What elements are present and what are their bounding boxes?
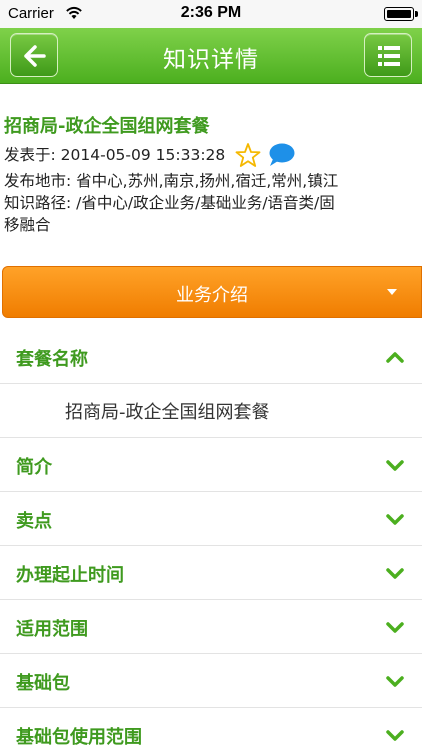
list-item-intro[interactable]: 简介	[0, 438, 422, 492]
section-label: 业务介绍	[176, 285, 248, 306]
item-label: 办理起止时间	[16, 565, 124, 586]
nav-bar: 知识详情	[0, 28, 422, 84]
article-title: 招商局-政企全国组网套餐	[4, 116, 210, 137]
menu-button[interactable]	[364, 33, 412, 77]
list-item-selling-points[interactable]: 卖点	[0, 492, 422, 546]
section-business-intro[interactable]: 业务介绍	[2, 266, 422, 318]
chevron-up-icon	[386, 352, 404, 363]
status-bar: Carrier 2:36 PM	[0, 0, 422, 28]
chevron-down-icon	[386, 514, 404, 525]
clock: 2:36 PM	[180, 4, 242, 21]
battery-icon	[384, 7, 418, 21]
page-title: 知识详情	[163, 47, 259, 73]
publish-city: 发布地市: 省中心,苏州,南京,扬州,宿迁,常州,镇江	[4, 172, 339, 190]
item-label: 套餐名称	[16, 349, 88, 370]
caret-down-icon	[387, 289, 397, 295]
article-header: 招商局-政企全国组网套餐 发表于: 2014-05-09 15:33:28 发布…	[0, 84, 422, 236]
item-label: 卖点	[16, 511, 52, 532]
chevron-down-icon	[386, 730, 404, 741]
info-list: 套餐名称 招商局-政企全国组网套餐 简介 卖点 办理起止时间 适用范围 基础包 …	[0, 330, 422, 750]
chevron-down-icon	[386, 568, 404, 579]
star-icon[interactable]	[235, 142, 261, 168]
item-label: 适用范围	[16, 619, 88, 640]
item-label: 基础包	[16, 673, 70, 694]
item-label: 基础包使用范围	[16, 727, 142, 748]
chevron-down-icon	[386, 460, 404, 471]
knowledge-path-line2: 移融合	[4, 216, 51, 234]
item-label: 简介	[16, 457, 52, 478]
posted-row: 发表于: 2014-05-09 15:33:28	[4, 140, 418, 170]
package-name-content: 招商局-政企全国组网套餐	[0, 384, 422, 438]
chevron-down-icon	[386, 676, 404, 687]
list-item-base-package-scope[interactable]: 基础包使用范围	[0, 708, 422, 750]
list-item-base-package[interactable]: 基础包	[0, 654, 422, 708]
list-menu-icon	[378, 46, 400, 66]
comment-icon[interactable]	[267, 142, 295, 168]
chevron-down-icon	[386, 622, 404, 633]
posted-time: 发表于: 2014-05-09 15:33:28	[4, 146, 226, 164]
package-name-value: 招商局-政企全国组网套餐	[65, 402, 270, 423]
article-meta: 发表于: 2014-05-09 15:33:28 发布地市: 省中心,苏州,南京…	[4, 140, 418, 236]
list-item-package-name[interactable]: 套餐名称	[0, 330, 422, 384]
list-item-time-range[interactable]: 办理起止时间	[0, 546, 422, 600]
list-item-scope[interactable]: 适用范围	[0, 600, 422, 654]
knowledge-path-line1: 知识路径: /省中心/政企业务/基础业务/语音类/固	[4, 194, 335, 212]
